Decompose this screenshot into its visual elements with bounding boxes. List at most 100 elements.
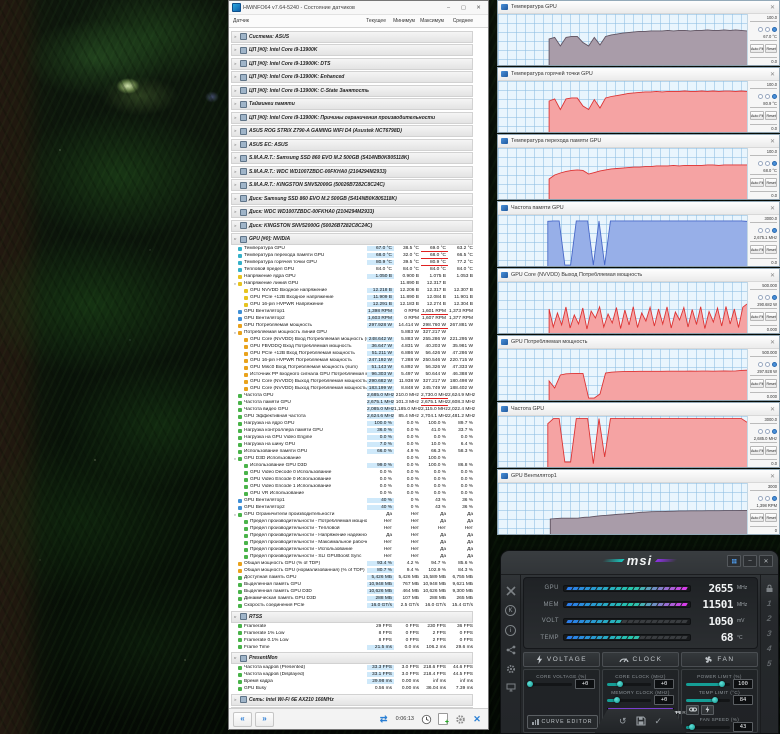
expand-arrow-icon[interactable]: >: [234, 129, 238, 133]
hwinfo-sensor-row[interactable]: Нагрузка на ядро GPU 100.0 % 0.0 % 100.0 % 8…: [229, 420, 475, 427]
link-limits-toggle[interactable]: [686, 704, 699, 715]
hwinfo-sensor-row[interactable]: Частота GPU 2,685.0 MHz 210.0 MHz 2,730.0 M…: [229, 392, 475, 399]
close-icon[interactable]: ✕: [770, 4, 776, 11]
close-button[interactable]: ✕: [759, 555, 773, 567]
style-dot[interactable]: [765, 94, 770, 99]
afterburner-titlebar[interactable]: msi – ✕: [501, 551, 778, 575]
graph-style-dots[interactable]: [750, 27, 777, 32]
column-current[interactable]: Текущее: [359, 18, 388, 24]
fan-speed-slider[interactable]: [686, 724, 730, 730]
monitor-icon[interactable]: [506, 683, 516, 692]
hwinfo-section-row[interactable]: > Система: ASUS: [231, 30, 473, 43]
style-dot[interactable]: [765, 496, 770, 501]
graph-plot-area[interactable]: [498, 349, 748, 400]
core-voltage-slider[interactable]: [526, 681, 572, 687]
hwinfo-section-row[interactable]: v PresentMon: [231, 652, 473, 664]
auto-fit-button[interactable]: Auto Fit: [750, 312, 765, 321]
hwinfo-section-row[interactable]: > ЦП [#0]: Intel Core i9-13900K: [231, 44, 473, 56]
hwinfo-sensor-row[interactable]: Скорость соединения PCIe 16.0 GT/s 2.5 GT/…: [229, 602, 475, 609]
memory-clock-slider[interactable]: [607, 697, 651, 703]
hwinfo-section-row[interactable]: v GPU [#0]: NVIDIA: [231, 233, 473, 245]
hwinfo-section-row[interactable]: > ЦП [#0]: Intel Core i9-13900K: Enhanced: [231, 71, 473, 83]
hwinfo-sensor-row[interactable]: Выделенная память GPU D3D 10,626 МБ 464 МБ…: [229, 588, 475, 595]
hwinfo-sensor-row[interactable]: GPU Core (NVVDD) Выход Потребляемая мощн…: [229, 378, 475, 385]
profile-slot-2[interactable]: 2: [767, 614, 773, 623]
hwinfo-sensor-row[interactable]: GPU Вентилятор1 40 % 0 % 43 % 36 %: [229, 497, 475, 504]
maximize-button[interactable]: ▢: [457, 3, 470, 13]
power-limit-slider[interactable]: [686, 681, 730, 687]
close-icon[interactable]: ✕: [770, 272, 776, 279]
profile-slot-5[interactable]: 5: [767, 659, 773, 668]
style-dot[interactable]: [772, 295, 777, 300]
temp-limit-value[interactable]: 84: [733, 695, 753, 705]
hwinfo-sensor-row[interactable]: Frame Time 21.5 ms 0.0 ms 106.2 ms 29.6 ms: [229, 644, 475, 651]
close-icon[interactable]: ✕: [770, 71, 776, 78]
style-dot[interactable]: [758, 228, 763, 233]
profile-slot-1[interactable]: 1: [767, 599, 773, 608]
style-dot[interactable]: [758, 429, 763, 434]
graph-plot-area[interactable]: [498, 148, 748, 199]
graph-titlebar[interactable]: GPU Вентилятор1 ✕: [498, 470, 779, 483]
memory-clock-value[interactable]: +0: [654, 695, 674, 705]
lock-icon[interactable]: [765, 584, 774, 593]
hwinfo-sensor-row[interactable]: Частота видео GPU 2,085.0 MHz 1,185.0 MHz 2…: [229, 406, 475, 413]
style-dot[interactable]: [772, 228, 777, 233]
hwinfo-sensor-row[interactable]: Тепловой предел GPU 84.0 °C 84.0 °C 84.0 °C…: [229, 266, 475, 273]
style-dot[interactable]: [772, 94, 777, 99]
graph-plot-area[interactable]: [498, 215, 748, 266]
hwinfo-sensor-row[interactable]: GPU PCIe +12В Вход Потребляемая мощность…: [229, 350, 475, 357]
hwinfo-sensor-row[interactable]: Framerate 0.1% Low 8 FPS 0 FPS 2 FPS 0 FPS: [229, 637, 475, 644]
close-icon[interactable]: ✕: [770, 339, 776, 346]
close-icon[interactable]: ✕: [770, 473, 776, 480]
style-dot[interactable]: [765, 27, 770, 32]
graph-titlebar[interactable]: GPU Core (NVVDD) Выход Потребляемая мощн…: [498, 269, 779, 282]
auto-fit-button[interactable]: Auto Fit: [750, 111, 765, 120]
minimize-button[interactable]: –: [442, 3, 455, 13]
expand-arrow-icon[interactable]: >: [234, 223, 238, 228]
reset-button[interactable]: Reset: [765, 245, 777, 254]
slider-knob[interactable]: [526, 681, 533, 687]
graph-style-dots[interactable]: [750, 228, 777, 233]
settings-gear-icon[interactable]: [506, 664, 516, 674]
reset-button[interactable]: Reset: [765, 312, 777, 321]
hwinfo-sensor-row[interactable]: GPU Busy 0.56 ms 0.00 ms 36.04 ms 7.39 ms: [229, 685, 475, 692]
expand-arrow-icon[interactable]: >: [234, 169, 238, 174]
hwinfo-sensor-row[interactable]: Предел производительности - Напряжение н…: [229, 532, 475, 539]
core-clock-slider[interactable]: [607, 681, 651, 687]
expand-arrow-icon[interactable]: >: [234, 102, 238, 106]
temp-limit-slider[interactable]: [686, 697, 730, 703]
nav-forward-button[interactable]: »: [255, 711, 274, 727]
priority-lightning-toggle[interactable]: [701, 704, 714, 715]
graph-style-dots[interactable]: [750, 161, 777, 166]
hwinfo-section-row[interactable]: > ЦП [#0]: Intel Core i9-13900K: C-State …: [231, 84, 473, 97]
hwinfo-sensor-row[interactable]: v GPU Ограничители производительности Да Не…: [229, 511, 475, 518]
hwinfo-section-row[interactable]: > Сеть: Intel Wi-Fi 6E AX210 160MHz: [231, 693, 473, 706]
hwinfo-titlebar[interactable]: HWiNFO64 v7.64-5240 - Состояние датчиков…: [229, 1, 488, 15]
hwinfo-sensor-row[interactable]: GPU Вентилятор1 1,398 RPM 0 RPM 1,601 RPM 1,…: [229, 308, 475, 315]
hwinfo-sensor-row[interactable]: GPU NVVDD Входное напряжение 12.218 В 12.2…: [229, 287, 475, 294]
hwinfo-section-row[interactable]: > Тайминги памяти: [231, 98, 473, 110]
hwinfo-sensor-row[interactable]: GPU Video Encode 0 Использование 0.0 % 0.0…: [229, 476, 475, 483]
hwinfo-sensor-row[interactable]: Температура GPU 67.0 °C 38.5 °C 69.0 °C 63.2…: [229, 245, 475, 252]
detach-button[interactable]: [727, 555, 741, 567]
graph-plot-area[interactable]: [498, 282, 748, 333]
hwinfo-sensor-row[interactable]: Частота кадров (Presented) 33.3 FPS 3.0 FP…: [229, 664, 475, 671]
sync-icon[interactable]: ⇄: [377, 713, 391, 726]
hwinfo-section-row[interactable]: > S.M.A.R.T.: KINGSTON SNV52000G (50026B7…: [231, 179, 473, 191]
style-dot[interactable]: [772, 362, 777, 367]
hwinfo-sensor-row[interactable]: GPU Эффективная частота 2,624.6 MHz 85.4 M…: [229, 413, 475, 420]
reset-button[interactable]: Reset: [765, 513, 777, 522]
style-dot[interactable]: [758, 94, 763, 99]
power-limit-value[interactable]: 100: [733, 679, 753, 689]
style-dot[interactable]: [772, 27, 777, 32]
slider-knob[interactable]: [613, 697, 620, 703]
report-icon[interactable]: [436, 713, 450, 726]
profile-slot-3[interactable]: 3: [767, 629, 773, 638]
hwinfo-sensor-row[interactable]: v GPU D3D Использование 0.0 % 100.0 %: [229, 455, 475, 462]
hwinfo-section-row[interactable]: > ASUS ROG STRIX Z790-A GAMING WIFI D4 (A…: [231, 125, 473, 137]
slider-knob[interactable]: [617, 681, 624, 687]
hwinfo-sensor-row[interactable]: Доступная память GPU 5,426 МБ 5,426 МБ 15,5…: [229, 574, 475, 581]
auto-fit-button[interactable]: Auto Fit: [750, 44, 765, 53]
graph-plot-area[interactable]: [498, 14, 748, 65]
graph-titlebar[interactable]: GPU Потребляемая мощность ✕: [498, 336, 779, 349]
